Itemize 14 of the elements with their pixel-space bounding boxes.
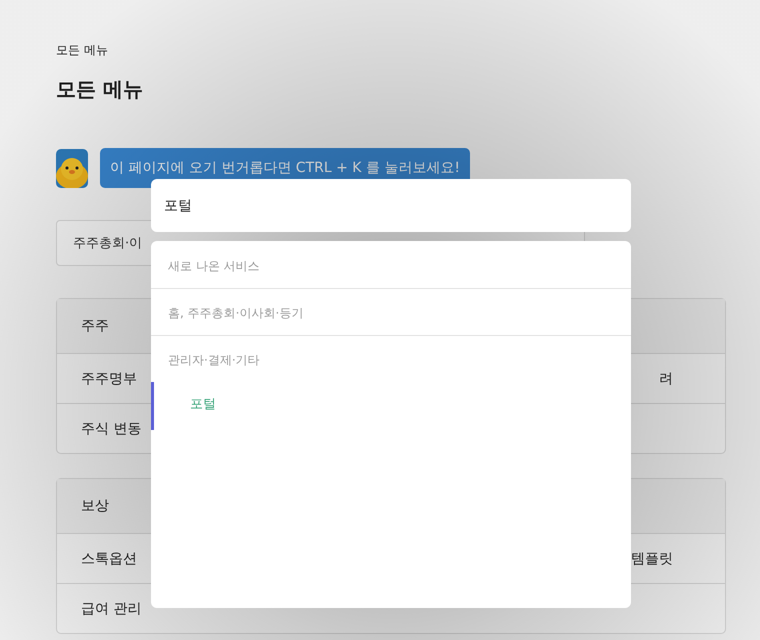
menu-link[interactable]: 스톡옵션 xyxy=(81,550,137,568)
page-title: 모든 메뉴 xyxy=(56,76,144,103)
menu-link[interactable]: 주주명부 xyxy=(81,370,137,388)
menu-link[interactable]: 려 xyxy=(659,370,673,388)
group-heading: 새로 나온 서비스 xyxy=(167,258,261,275)
menu-link[interactable]: 주식 변동 xyxy=(81,420,142,438)
chick-icon xyxy=(56,148,88,188)
group-heading: 홈, 주주총회·이사회·등기 xyxy=(167,305,304,322)
menu-link[interactable]: 템플릿 xyxy=(631,550,673,568)
breadcrumb: 모든 메뉴 xyxy=(56,42,109,59)
menu-link[interactable]: 급여 관리 xyxy=(81,600,142,618)
group-heading: 관리자·결제·기타 xyxy=(167,352,261,369)
menu-tab[interactable]: 주주총회·이 xyxy=(57,221,146,265)
search-field[interactable]: 포털 xyxy=(151,179,631,232)
